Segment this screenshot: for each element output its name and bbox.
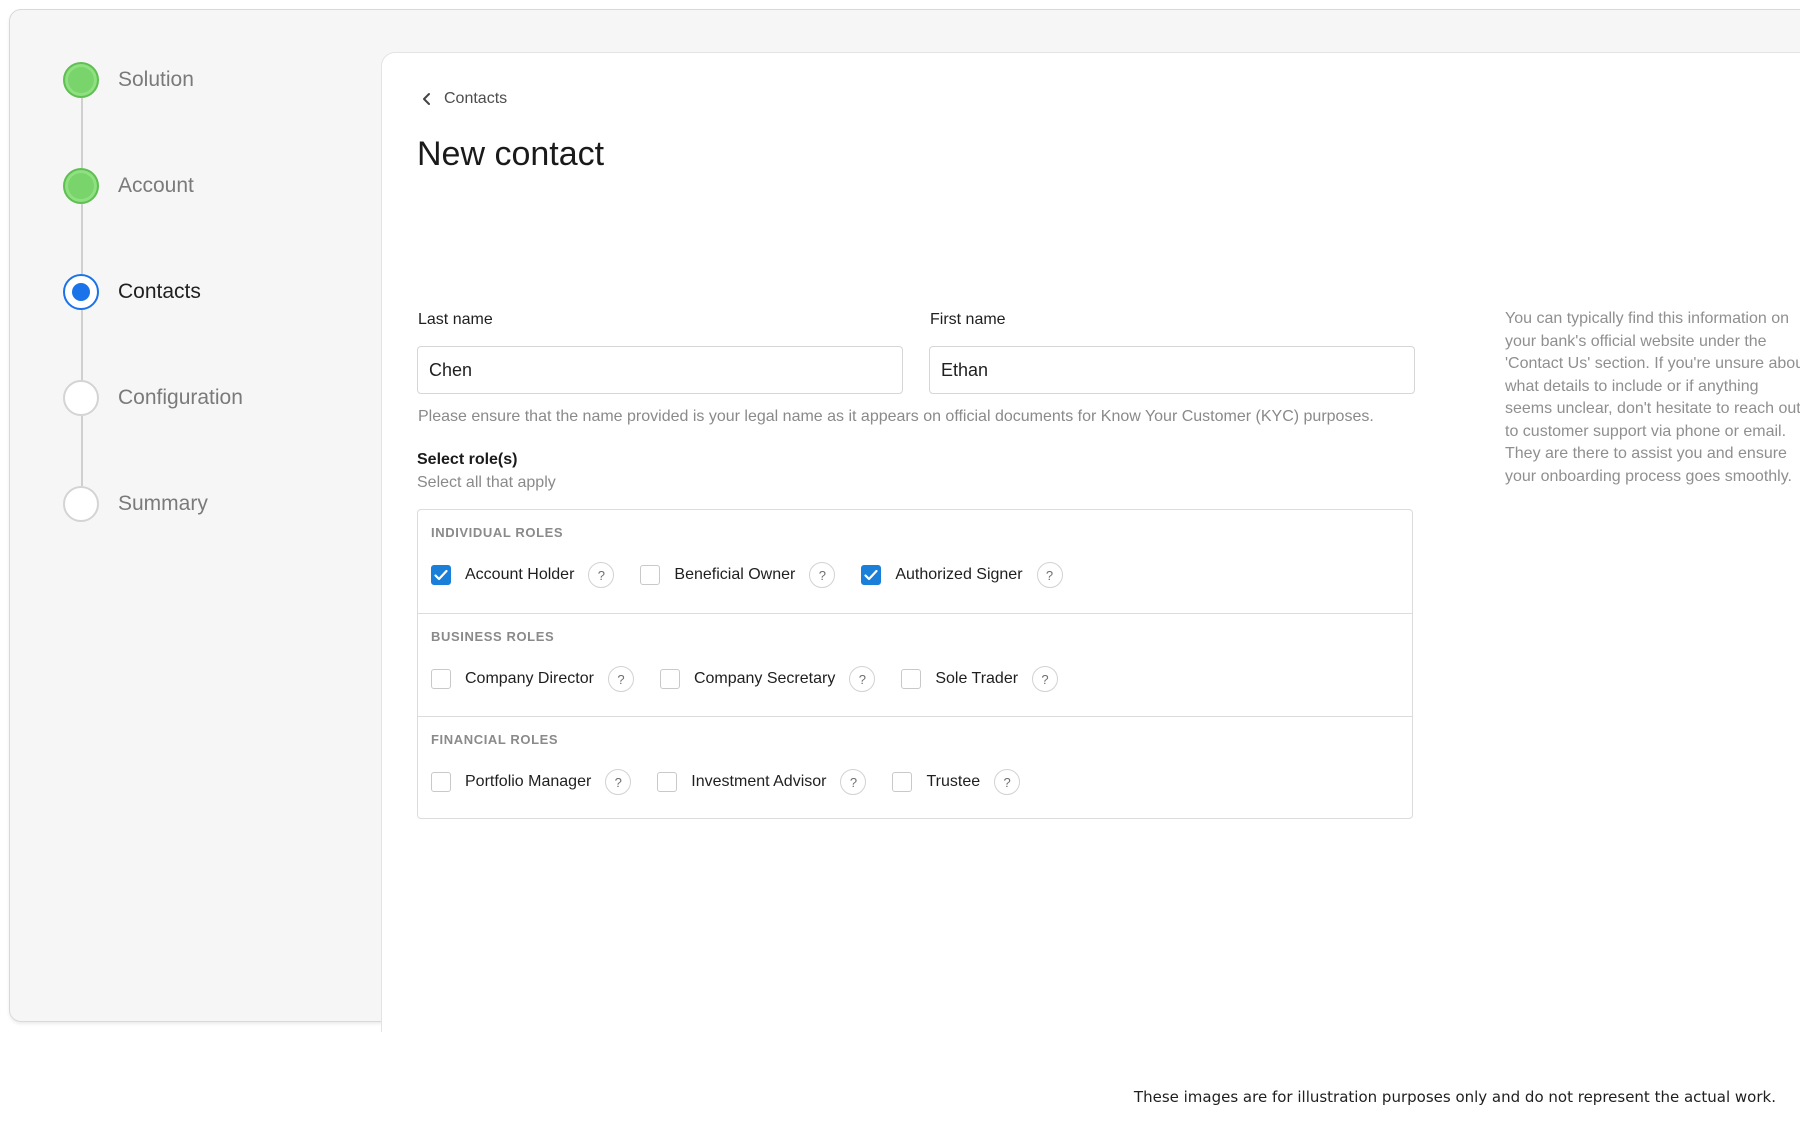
step-pending-indicator bbox=[63, 380, 99, 416]
individual-roles-section: INDIVIDUAL ROLES Account Holder ? Benefi… bbox=[418, 510, 1412, 613]
first-name-input[interactable] bbox=[929, 346, 1415, 394]
role-label: Sole Trader bbox=[935, 670, 1019, 687]
financial-roles-section: FINANCIAL ROLES Portfolio Manager ? Inve… bbox=[418, 716, 1412, 819]
help-icon[interactable]: ? bbox=[1036, 562, 1063, 588]
account-holder-checkbox[interactable] bbox=[431, 565, 451, 585]
role-label: Account Holder bbox=[465, 566, 575, 583]
business-roles-section: BUSINESS ROLES Company Director ? Compan… bbox=[418, 613, 1412, 716]
role-portfolio-manager: Portfolio Manager ? bbox=[431, 769, 632, 795]
chevron-left-icon bbox=[421, 92, 435, 106]
help-icon[interactable]: ? bbox=[607, 666, 634, 692]
sole-trader-checkbox[interactable] bbox=[901, 669, 922, 689]
role-label: Authorized Signer bbox=[895, 566, 1023, 583]
last-name-input[interactable] bbox=[417, 346, 903, 394]
section-title: INDIVIDUAL ROLES bbox=[431, 525, 564, 540]
page-title: New contact bbox=[417, 135, 605, 173]
role-sole-trader: Sole Trader ? bbox=[901, 666, 1059, 692]
help-icon[interactable]: ? bbox=[605, 769, 632, 795]
beneficial-owner-checkbox[interactable] bbox=[640, 565, 661, 585]
stepper-connector bbox=[81, 98, 83, 168]
step-label: Solution bbox=[118, 68, 194, 91]
help-icon[interactable]: ? bbox=[840, 769, 867, 795]
role-label: Beneficial Owner bbox=[674, 566, 796, 583]
role-label: Investment Advisor bbox=[691, 773, 827, 790]
role-label: Portfolio Manager bbox=[465, 773, 592, 790]
roles-box: INDIVIDUAL ROLES Account Holder ? Benefi… bbox=[417, 509, 1413, 819]
help-icon[interactable]: ? bbox=[849, 666, 876, 692]
role-company-secretary: Company Secretary ? bbox=[659, 666, 876, 692]
role-authorized-signer: Authorized Signer ? bbox=[861, 562, 1063, 588]
roles-title: Select role(s) bbox=[417, 451, 518, 468]
step-complete-indicator bbox=[63, 62, 99, 98]
trustee-checkbox[interactable] bbox=[892, 772, 913, 792]
step-configuration[interactable]: Configuration bbox=[63, 378, 243, 418]
step-label: Account bbox=[118, 174, 194, 197]
help-icon[interactable]: ? bbox=[994, 769, 1021, 795]
step-label: Configuration bbox=[118, 386, 243, 409]
role-investment-advisor: Investment Advisor ? bbox=[657, 769, 867, 795]
role-label: Company Director bbox=[465, 670, 594, 687]
role-beneficial-owner: Beneficial Owner ? bbox=[640, 562, 836, 588]
check-icon bbox=[434, 569, 448, 581]
step-contacts[interactable]: Contacts bbox=[63, 272, 201, 312]
step-complete-indicator bbox=[63, 168, 99, 204]
legal-name-hint: Please ensure that the name provided is … bbox=[418, 408, 1374, 425]
step-account[interactable]: Account bbox=[63, 166, 194, 206]
section-title: FINANCIAL ROLES bbox=[431, 732, 559, 747]
role-company-director: Company Director ? bbox=[431, 666, 634, 692]
company-secretary-checkbox[interactable] bbox=[659, 669, 680, 689]
role-trustee: Trustee ? bbox=[892, 769, 1021, 795]
section-title: BUSINESS ROLES bbox=[431, 629, 555, 644]
stepper-connector bbox=[81, 416, 83, 486]
role-row: Company Director ? Company Secretary ? S… bbox=[431, 665, 1084, 693]
step-label: Contacts bbox=[118, 280, 201, 303]
portfolio-manager-checkbox[interactable] bbox=[431, 772, 451, 792]
step-pending-indicator bbox=[63, 486, 99, 522]
help-icon[interactable]: ? bbox=[809, 562, 836, 588]
side-help-text: You can typically find this information … bbox=[1505, 310, 1800, 485]
step-current-indicator bbox=[63, 274, 99, 310]
roles-subtitle: Select all that apply bbox=[417, 474, 556, 491]
role-row: Account Holder ? Beneficial Owner ? Auth… bbox=[431, 561, 1089, 589]
company-director-checkbox[interactable] bbox=[431, 669, 451, 689]
check-icon bbox=[864, 569, 878, 581]
app-window: Solution Account Contacts Configuration … bbox=[9, 9, 1800, 1032]
step-label: Summary bbox=[118, 492, 208, 515]
authorized-signer-checkbox[interactable] bbox=[861, 565, 882, 585]
help-icon[interactable]: ? bbox=[1032, 666, 1059, 692]
breadcrumb-back-link[interactable]: Contacts bbox=[421, 90, 507, 108]
help-icon[interactable]: ? bbox=[588, 562, 615, 588]
breadcrumb-label: Contacts bbox=[444, 90, 508, 107]
last-name-label: Last name bbox=[418, 311, 493, 328]
stepper-connector bbox=[81, 204, 83, 274]
step-solution[interactable]: Solution bbox=[63, 60, 194, 100]
step-summary[interactable]: Summary bbox=[63, 484, 208, 524]
main-panel: Contacts New contact Last name First nam… bbox=[381, 52, 1800, 1032]
investment-advisor-checkbox[interactable] bbox=[657, 772, 678, 792]
role-label: Trustee bbox=[926, 773, 981, 790]
disclaimer-text: These images are for illustration purpos… bbox=[1133, 1088, 1776, 1106]
role-row: Portfolio Manager ? Investment Advisor ?… bbox=[431, 768, 1046, 796]
role-account-holder: Account Holder ? bbox=[431, 562, 615, 588]
first-name-label: First name bbox=[930, 311, 1006, 328]
role-label: Company Secretary bbox=[693, 670, 836, 687]
stepper-connector bbox=[81, 310, 83, 380]
